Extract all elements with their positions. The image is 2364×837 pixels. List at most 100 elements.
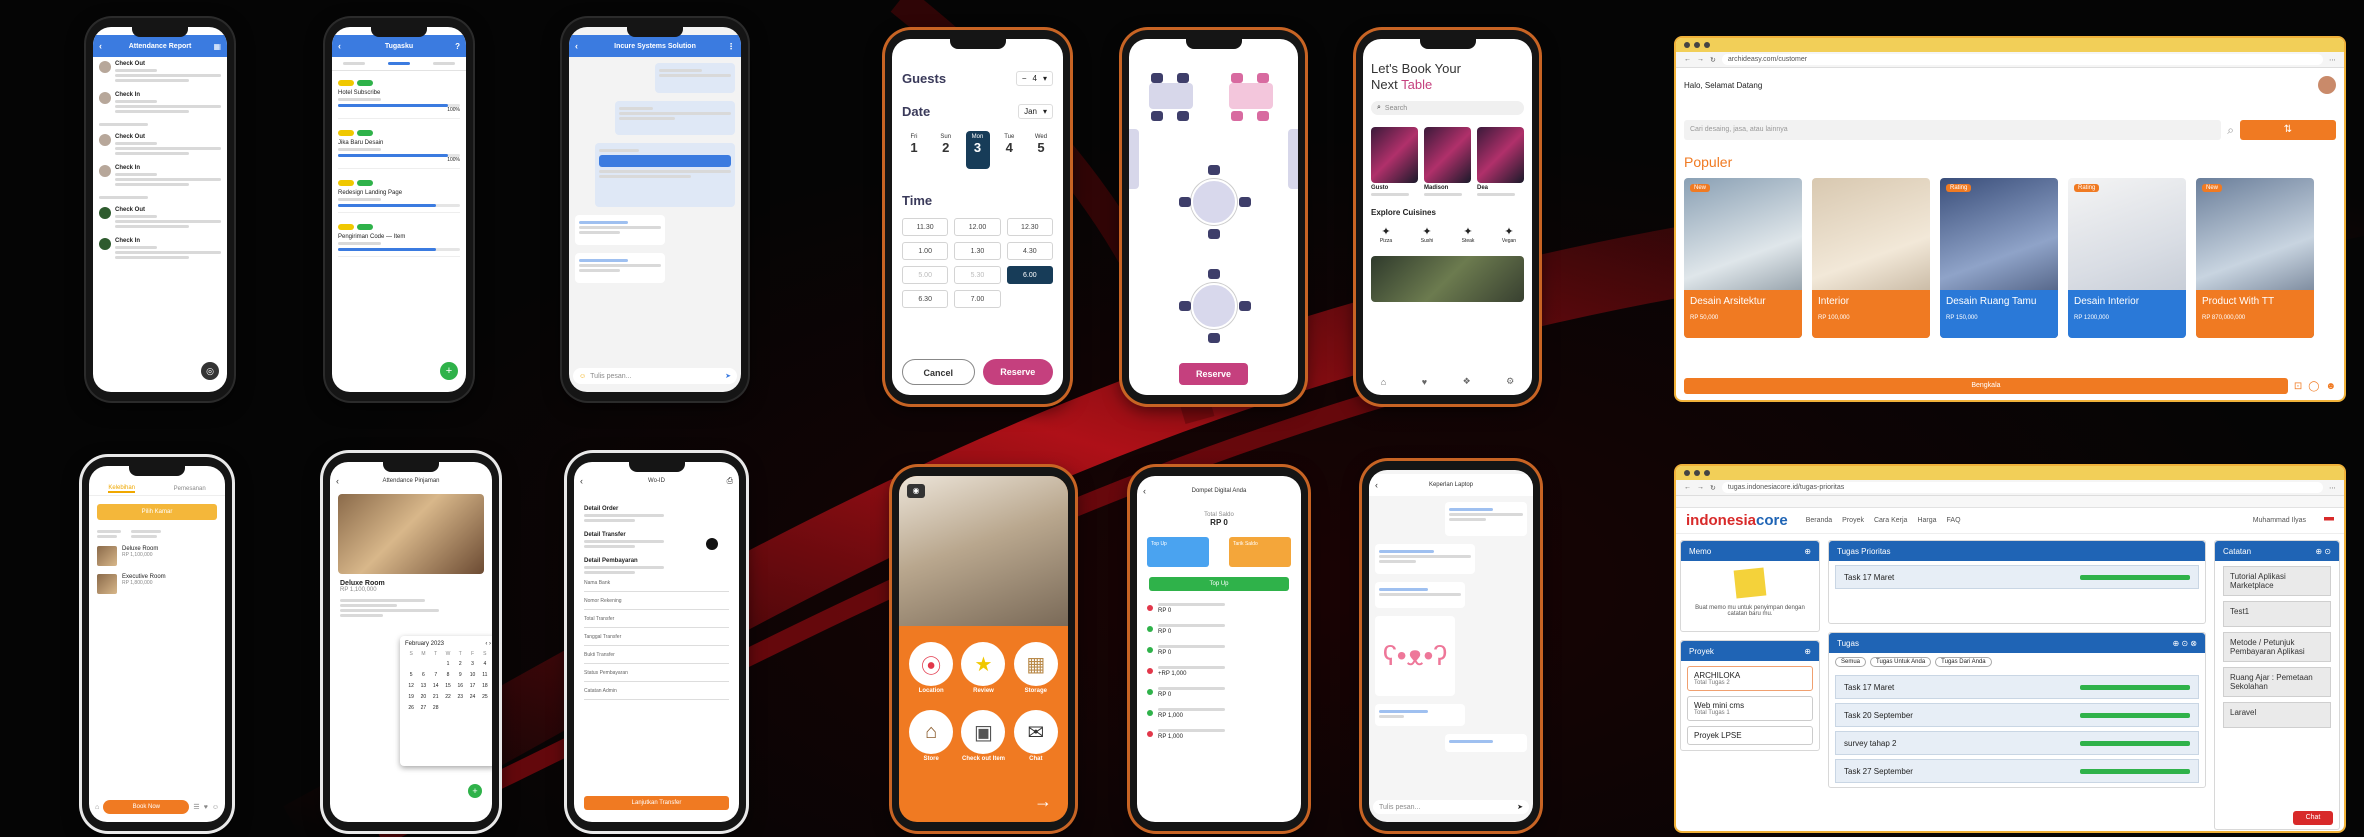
top-up-button[interactable]: Top Up bbox=[1149, 577, 1289, 591]
avatar[interactable] bbox=[2318, 76, 2336, 94]
seat[interactable] bbox=[1151, 73, 1163, 83]
time-slot[interactable]: 6.30 bbox=[902, 290, 949, 308]
calendar-day[interactable]: 9 bbox=[454, 672, 466, 678]
table-round-2[interactable] bbox=[1191, 283, 1237, 329]
time-slot[interactable]: 7.00 bbox=[954, 290, 1001, 308]
home-icon[interactable]: ⌂ bbox=[95, 804, 99, 811]
priority-task-row[interactable]: Task 17 Maret bbox=[1835, 565, 2199, 589]
form-field-input[interactable] bbox=[584, 586, 729, 592]
add-memo-plus-icon[interactable]: ⊕ bbox=[1804, 547, 1811, 556]
calendar-day[interactable]: 12 bbox=[405, 683, 417, 689]
task-card[interactable]: Redesign Landing Page bbox=[338, 175, 460, 213]
calendar-day[interactable]: 2 bbox=[454, 661, 466, 667]
transaction-row[interactable]: RP 0 bbox=[1147, 622, 1291, 635]
time-slot[interactable]: 1.00 bbox=[902, 242, 949, 260]
help-icon[interactable]: ? bbox=[455, 42, 460, 51]
attendance-item[interactable]: Check In bbox=[99, 92, 221, 115]
minus-icon[interactable]: − bbox=[1022, 74, 1027, 83]
site-logo[interactable]: indonesiacore bbox=[1686, 512, 1788, 529]
tab-1[interactable] bbox=[343, 62, 366, 65]
back-arrow-icon[interactable]: ‹ bbox=[338, 41, 341, 51]
seat[interactable] bbox=[1177, 111, 1189, 121]
seat[interactable] bbox=[1239, 301, 1251, 311]
calendar-day[interactable]: 20 bbox=[417, 694, 429, 700]
guests-select[interactable]: −4 ▾ bbox=[1015, 71, 1053, 86]
forward-icon[interactable]: → bbox=[1697, 484, 1704, 491]
filter-chip[interactable]: Tugas Untuk Anda bbox=[1870, 657, 1932, 667]
book-now-button[interactable]: Book Now bbox=[103, 800, 190, 814]
task-card[interactable]: Jika Baru Desain 100% bbox=[338, 125, 460, 169]
transaction-row[interactable]: RP 0 bbox=[1147, 601, 1291, 614]
window-dot[interactable] bbox=[1694, 42, 1700, 48]
time-slot[interactable]: 1.30 bbox=[954, 242, 1001, 260]
archideasy-search-input[interactable]: Cari desaing, jasa, atau lainnya bbox=[1684, 120, 2222, 140]
time-slot[interactable]: 6.00 bbox=[1006, 266, 1053, 284]
room-item[interactable]: Deluxe Room RP 1,100,000 bbox=[97, 546, 217, 566]
send-icon[interactable]: ➤ bbox=[1517, 803, 1523, 811]
book-search[interactable]: ⌕ Search bbox=[1371, 101, 1524, 115]
calendar-day[interactable]: 14 bbox=[430, 683, 442, 689]
seat[interactable] bbox=[1208, 165, 1220, 175]
heart-icon[interactable]: ♥ bbox=[1422, 377, 1427, 387]
window-dot[interactable] bbox=[1694, 470, 1700, 476]
heart-icon[interactable]: ♥ bbox=[204, 804, 208, 811]
calendar-day[interactable]: 21 bbox=[430, 694, 442, 700]
month-select[interactable]: Jan ▾ bbox=[1018, 104, 1053, 119]
product-card[interactable]: New Product With TT RP 870,000,000 bbox=[2196, 178, 2314, 338]
restaurant-card[interactable]: Dea bbox=[1477, 127, 1524, 198]
cuisine-item[interactable]: ✦ Pizza bbox=[1371, 225, 1401, 244]
nav-link[interactable]: FAQ bbox=[1947, 517, 1961, 524]
extensions-icon[interactable]: ⋯ bbox=[2329, 56, 2336, 64]
attendance-item[interactable]: Check In bbox=[99, 238, 221, 261]
day-option[interactable]: Fri 1 bbox=[902, 131, 926, 169]
link-button[interactable] bbox=[599, 155, 731, 167]
calendar-day[interactable]: 19 bbox=[405, 694, 417, 700]
seat[interactable] bbox=[1208, 333, 1220, 343]
task-row[interactable]: Task 17 Maret bbox=[1835, 675, 2199, 699]
product-card[interactable]: Rating Desain Ruang Tamu RP 150,000 bbox=[1940, 178, 2058, 338]
time-slot[interactable]: 12.00 bbox=[954, 218, 1001, 236]
seat-selected[interactable] bbox=[1257, 111, 1269, 121]
calendar-day[interactable]: 6 bbox=[417, 672, 429, 678]
calendar-day[interactable]: 11 bbox=[479, 672, 491, 678]
day-option[interactable]: Tue 4 bbox=[997, 131, 1021, 169]
nav-link[interactable]: Beranda bbox=[1806, 517, 1832, 524]
grocery-tile[interactable]: ▦ Storage bbox=[1010, 642, 1062, 694]
url-input[interactable]: archideasy.com/customer bbox=[1721, 54, 2323, 65]
task-row[interactable]: Task 20 September bbox=[1835, 703, 2199, 727]
window-dot[interactable] bbox=[1704, 470, 1710, 476]
note-card[interactable]: Ruang Ajar : Pemetaan Sekolahan bbox=[2223, 667, 2331, 697]
seat-selected[interactable] bbox=[1231, 111, 1243, 121]
product-card[interactable]: Interior RP 100,000 bbox=[1812, 178, 1930, 338]
chat-button[interactable]: Chat bbox=[2293, 811, 2333, 825]
cuisine-item[interactable]: ✦ Sushi bbox=[1412, 225, 1442, 244]
tab-3[interactable] bbox=[432, 62, 455, 65]
add-project-plus-icon[interactable]: ⊕ bbox=[1804, 647, 1811, 656]
back-icon[interactable]: ← bbox=[1684, 484, 1691, 491]
window-dot[interactable] bbox=[1704, 42, 1710, 48]
profile-icon[interactable]: ☺ bbox=[212, 804, 219, 811]
home-icon[interactable]: ⌂ bbox=[1381, 377, 1386, 387]
more-vert-icon[interactable]: ⋮ bbox=[727, 42, 735, 51]
time-slot[interactable]: 5.00 bbox=[902, 266, 949, 284]
calendar-day[interactable]: 23 bbox=[454, 694, 466, 700]
restaurant-card[interactable]: Madison bbox=[1424, 127, 1471, 198]
bottom-primary-button[interactable]: Bengkala bbox=[1684, 378, 2288, 394]
reserve-button[interactable]: Reserve bbox=[982, 359, 1053, 385]
seat[interactable] bbox=[1208, 269, 1220, 279]
chat1-input[interactable]: Tulis pesan... bbox=[590, 373, 721, 380]
calendar-day[interactable]: 17 bbox=[466, 683, 478, 689]
time-slot[interactable]: 4.30 bbox=[1006, 242, 1053, 260]
chat2-input[interactable]: Tulis pesan... bbox=[1379, 804, 1513, 811]
note-card[interactable]: Laravel bbox=[2223, 702, 2331, 728]
next-arrow-icon[interactable]: → bbox=[1034, 791, 1052, 812]
table-rect-2-selected[interactable] bbox=[1229, 83, 1273, 109]
add-task-plus-icon[interactable]: + bbox=[440, 362, 458, 380]
profile-icon[interactable]: ☻ bbox=[2325, 381, 2336, 392]
tab-2[interactable] bbox=[387, 62, 410, 65]
submit-transfer-button[interactable]: Lanjutkan Transfer bbox=[584, 796, 729, 810]
reload-icon[interactable]: ↻ bbox=[1710, 56, 1716, 64]
day-option[interactable]: Wed 5 bbox=[1029, 131, 1053, 169]
camera-icon[interactable]: ◉ bbox=[907, 484, 925, 498]
project-item[interactable]: Proyek LPSE bbox=[1687, 726, 1813, 745]
